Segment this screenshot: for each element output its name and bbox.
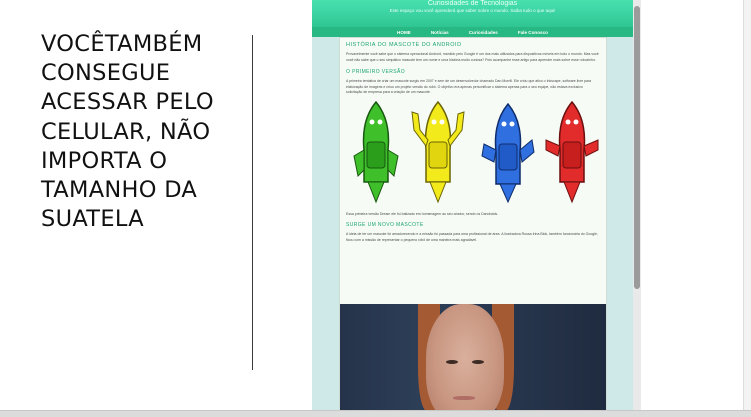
article-content: HISTÓRIA DO MASCOTE DO ANDROID Provavelm… [339,37,607,410]
scrollbar-thumb[interactable] [634,6,640,289]
slide-line-7: SUATELA [41,206,144,233]
robot-blue-icon [481,102,535,204]
slide-line-2: CONSEGUE [41,60,171,87]
section-heading-2: SURGE UM NOVO MASCOTE [346,221,424,228]
site-subtitle: Este espaço vou você aprenderá que saber… [389,8,556,13]
article-intro: Provavelmente você sabe que o sistema op… [346,52,599,62]
slide-heading: VOCÊTAMBÉM CONSEGUE ACESSAR PELO CELULAR… [41,30,241,234]
site-title: Curiosidades de Tecnologias [427,0,518,7]
woman-photo [340,304,606,410]
site-header: Curiosidades de Tecnologias Este espaço … [312,0,633,27]
robot-red-icon [545,100,599,204]
section-heading-1: O PRIMEIRO VERSÃO [346,69,406,76]
slide-line-6: TAMANHO DA [41,177,198,204]
photo-face [426,304,504,410]
nav-curiosidades[interactable]: Curiosidades [469,30,498,35]
bottom-bar [0,410,751,417]
article-paragraph-1: A primeira tentativa de criar um mascote… [346,79,592,95]
robot-yellow-icon [411,100,465,204]
site-nav: HOME Notícias Curiosidades Fale Conosco [312,27,633,37]
slide-line-4: CELULAR, NÃO [41,118,211,145]
photo-mouth [453,396,475,400]
robots-caption: Essa primeira versão Dream ele foi batiz… [346,211,499,216]
robot-green-icon [353,100,399,204]
robots-illustration [346,100,602,208]
nav-fale-conosco[interactable]: Fale Conosco [518,30,548,35]
right-edge-panel [743,0,751,410]
article-title: HISTÓRIA DO MASCOTE DO ANDROID [346,42,462,48]
nav-home[interactable]: HOME [397,30,411,35]
photo-eye-left [446,360,458,364]
photo-eye-right [472,360,484,364]
article-paragraph-2: A ideia de ter um mascote foi amadurecen… [346,231,598,242]
website-screenshot: Curiosidades de Tecnologias Este espaço … [312,0,641,410]
vertical-divider [252,35,253,370]
nav-noticias[interactable]: Notícias [431,30,449,35]
slide-line-3: ACESSAR PELO [41,89,214,116]
slide-line-1: VOCÊTAMBÉM [41,31,203,57]
slide-line-5: IMPORTA O [41,147,168,174]
